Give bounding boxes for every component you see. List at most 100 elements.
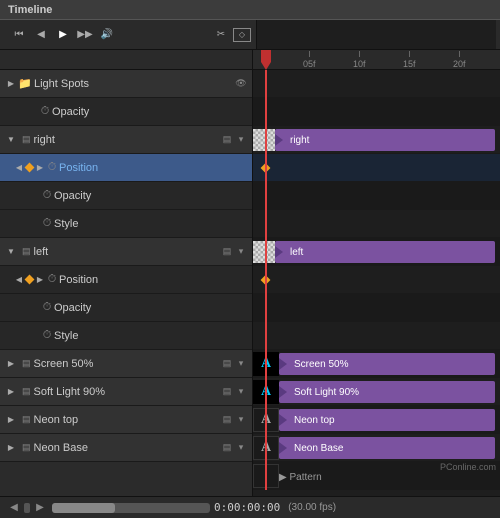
layer-row[interactable]: ▼ ▤ left ▤ ▾ <box>0 238 252 266</box>
layer-row[interactable]: ▼ ▤ right ▤ ▾ <box>0 126 252 154</box>
track-row <box>253 98 500 126</box>
layer-row[interactable]: ⏱ Opacity <box>0 182 252 210</box>
block-arrow-icon <box>279 414 287 426</box>
expand-icon[interactable]: ▶ <box>4 385 18 399</box>
expand-icon[interactable]: ▶ <box>4 77 18 91</box>
play-button[interactable]: ▶ <box>53 25 73 45</box>
layer-name: left <box>34 246 220 258</box>
expand-icon[interactable]: ▶ <box>4 357 18 371</box>
stopwatch-icon[interactable]: ⏱ <box>40 217 54 231</box>
layer-name: Light Spots <box>34 78 234 90</box>
track-block: Soft Light 90% <box>279 381 495 403</box>
go-start-button[interactable]: ⏮ <box>9 25 29 45</box>
ruler-mark-15f: 15f <box>403 51 416 69</box>
left-ruler <box>0 50 252 70</box>
track-row: A Neon Base <box>253 434 500 462</box>
step-back-button[interactable]: ◀ <box>31 25 51 45</box>
expand-icon[interactable]: ▼ <box>4 133 18 147</box>
film-ctrl-icon[interactable]: ▤ <box>220 413 234 427</box>
block-arrow-icon <box>279 442 287 454</box>
layer-controls: ▤ ▾ <box>220 357 248 371</box>
expand-icon[interactable]: ▶ <box>4 441 18 455</box>
track-block: Neon top <box>279 409 495 431</box>
layer-row[interactable]: ▶ ▤ Neon Base ▤ ▾ <box>0 434 252 462</box>
visibility-icon[interactable]: 👁 <box>234 77 248 91</box>
film-icon: ▤ <box>22 246 31 257</box>
keyframe-button[interactable]: ◇ <box>233 28 251 42</box>
track-row: A Soft Light 90% <box>253 378 500 406</box>
stopwatch-icon[interactable]: ⏱ <box>45 161 59 175</box>
layer-name: Opacity <box>52 106 252 118</box>
ruler-mark-20f: 20f <box>453 51 466 69</box>
layer-menu-icon[interactable]: ▾ <box>234 133 248 147</box>
tracks-area: right left <box>253 70 500 490</box>
layer-row[interactable]: ▶ ▤ Neon top ▤ ▾ <box>0 406 252 434</box>
stopwatch-icon[interactable]: ⏱ <box>40 329 54 343</box>
track-row: right <box>253 126 500 154</box>
film-ctrl-icon[interactable]: ▤ <box>220 385 234 399</box>
prev-key-button[interactable]: ◀ <box>14 273 24 287</box>
track-row <box>253 322 500 350</box>
layer-controls: ▤ ▾ <box>220 441 248 455</box>
stopwatch-icon[interactable]: ⏱ <box>40 189 54 203</box>
layer-name: Soft Light 90% <box>34 386 220 398</box>
keyframe-diamond[interactable] <box>25 163 35 173</box>
expand-icon[interactable]: ▶ <box>4 413 18 427</box>
layer-menu-icon[interactable]: ▾ <box>234 357 248 371</box>
layer-name: Style <box>54 218 252 230</box>
layer-controls: ▤ ▾ <box>220 245 248 259</box>
film-ctrl-icon[interactable]: ▤ <box>220 245 234 259</box>
audio-button[interactable]: 🔊 <box>97 25 117 45</box>
scissors-button[interactable]: ✂ <box>211 25 231 45</box>
film-icon: ▤ <box>22 386 31 397</box>
stopwatch-icon[interactable]: ⏱ <box>38 105 52 119</box>
layer-menu-icon[interactable]: ▾ <box>234 441 248 455</box>
main-container: ▶ 📁 Light Spots 👁 ⏱ Opacity ▼ ▤ right ▤ … <box>0 50 500 496</box>
track-row: left <box>253 238 500 266</box>
timeline-ruler: 05f 10f 15f 20f <box>253 50 500 70</box>
layer-name: Screen 50% <box>34 358 220 370</box>
layer-row[interactable]: ◀ ▶ ⏱ Position <box>0 154 252 182</box>
layer-row[interactable]: ⏱ Style <box>0 322 252 350</box>
film-ctrl-icon[interactable]: ▤ <box>220 357 234 371</box>
track-row: A Screen 50% <box>253 350 500 378</box>
scrollbar-thumb <box>52 503 115 513</box>
next-key-button[interactable]: ▶ <box>35 273 45 287</box>
track-label: right <box>286 135 309 146</box>
layer-row[interactable]: ▶ 📁 Light Spots 👁 <box>0 70 252 98</box>
layer-name: Style <box>54 330 252 342</box>
expand-icon[interactable]: ▼ <box>4 245 18 259</box>
layer-row[interactable]: ▶ ▤ Soft Light 90% ▤ ▾ <box>0 378 252 406</box>
layer-row[interactable]: ◀ ▶ ⏱ Position <box>0 266 252 294</box>
film-ctrl-icon[interactable]: ▤ <box>220 133 234 147</box>
layer-name: Opacity <box>54 190 252 202</box>
layer-row[interactable]: ⏱ Opacity <box>0 294 252 322</box>
track-row <box>253 266 500 294</box>
fps-display: (30.00 fps) <box>288 502 336 513</box>
bottom-bar: ◀ ▶ 0:00:00:00 (30.00 fps) <box>0 496 500 518</box>
keyframe-diamond[interactable] <box>25 275 35 285</box>
layer-menu-icon[interactable]: ▾ <box>234 245 248 259</box>
layer-row[interactable]: ▶ ▤ Screen 50% ▤ ▾ <box>0 350 252 378</box>
timeline-scrollbar[interactable] <box>52 503 210 513</box>
layer-row[interactable]: ⏱ Opacity <box>0 98 252 126</box>
track-row: ▶ Pattern <box>253 462 500 490</box>
layer-menu-icon[interactable]: ▾ <box>234 413 248 427</box>
track-label: Screen 50% <box>290 359 348 370</box>
scroll-left-button[interactable]: ◀ <box>6 500 22 516</box>
track-label: Neon Base <box>290 443 343 454</box>
track-row <box>253 294 500 322</box>
step-forward-button[interactable]: ▶▶ <box>75 25 95 45</box>
layer-name: Neon top <box>34 414 220 426</box>
layer-row[interactable]: ⏱ Style <box>0 210 252 238</box>
stopwatch-icon[interactable]: ⏱ <box>45 273 59 287</box>
prev-key-button[interactable]: ◀ <box>14 161 24 175</box>
layer-name: right <box>34 134 220 146</box>
playhead[interactable] <box>265 70 267 490</box>
film-ctrl-icon[interactable]: ▤ <box>220 441 234 455</box>
stopwatch-icon[interactable]: ⏱ <box>40 301 54 315</box>
layer-menu-icon[interactable]: ▾ <box>234 385 248 399</box>
next-key-button[interactable]: ▶ <box>35 161 45 175</box>
scroll-right-button[interactable]: ▶ <box>32 500 48 516</box>
layer-name: Position <box>59 274 252 286</box>
